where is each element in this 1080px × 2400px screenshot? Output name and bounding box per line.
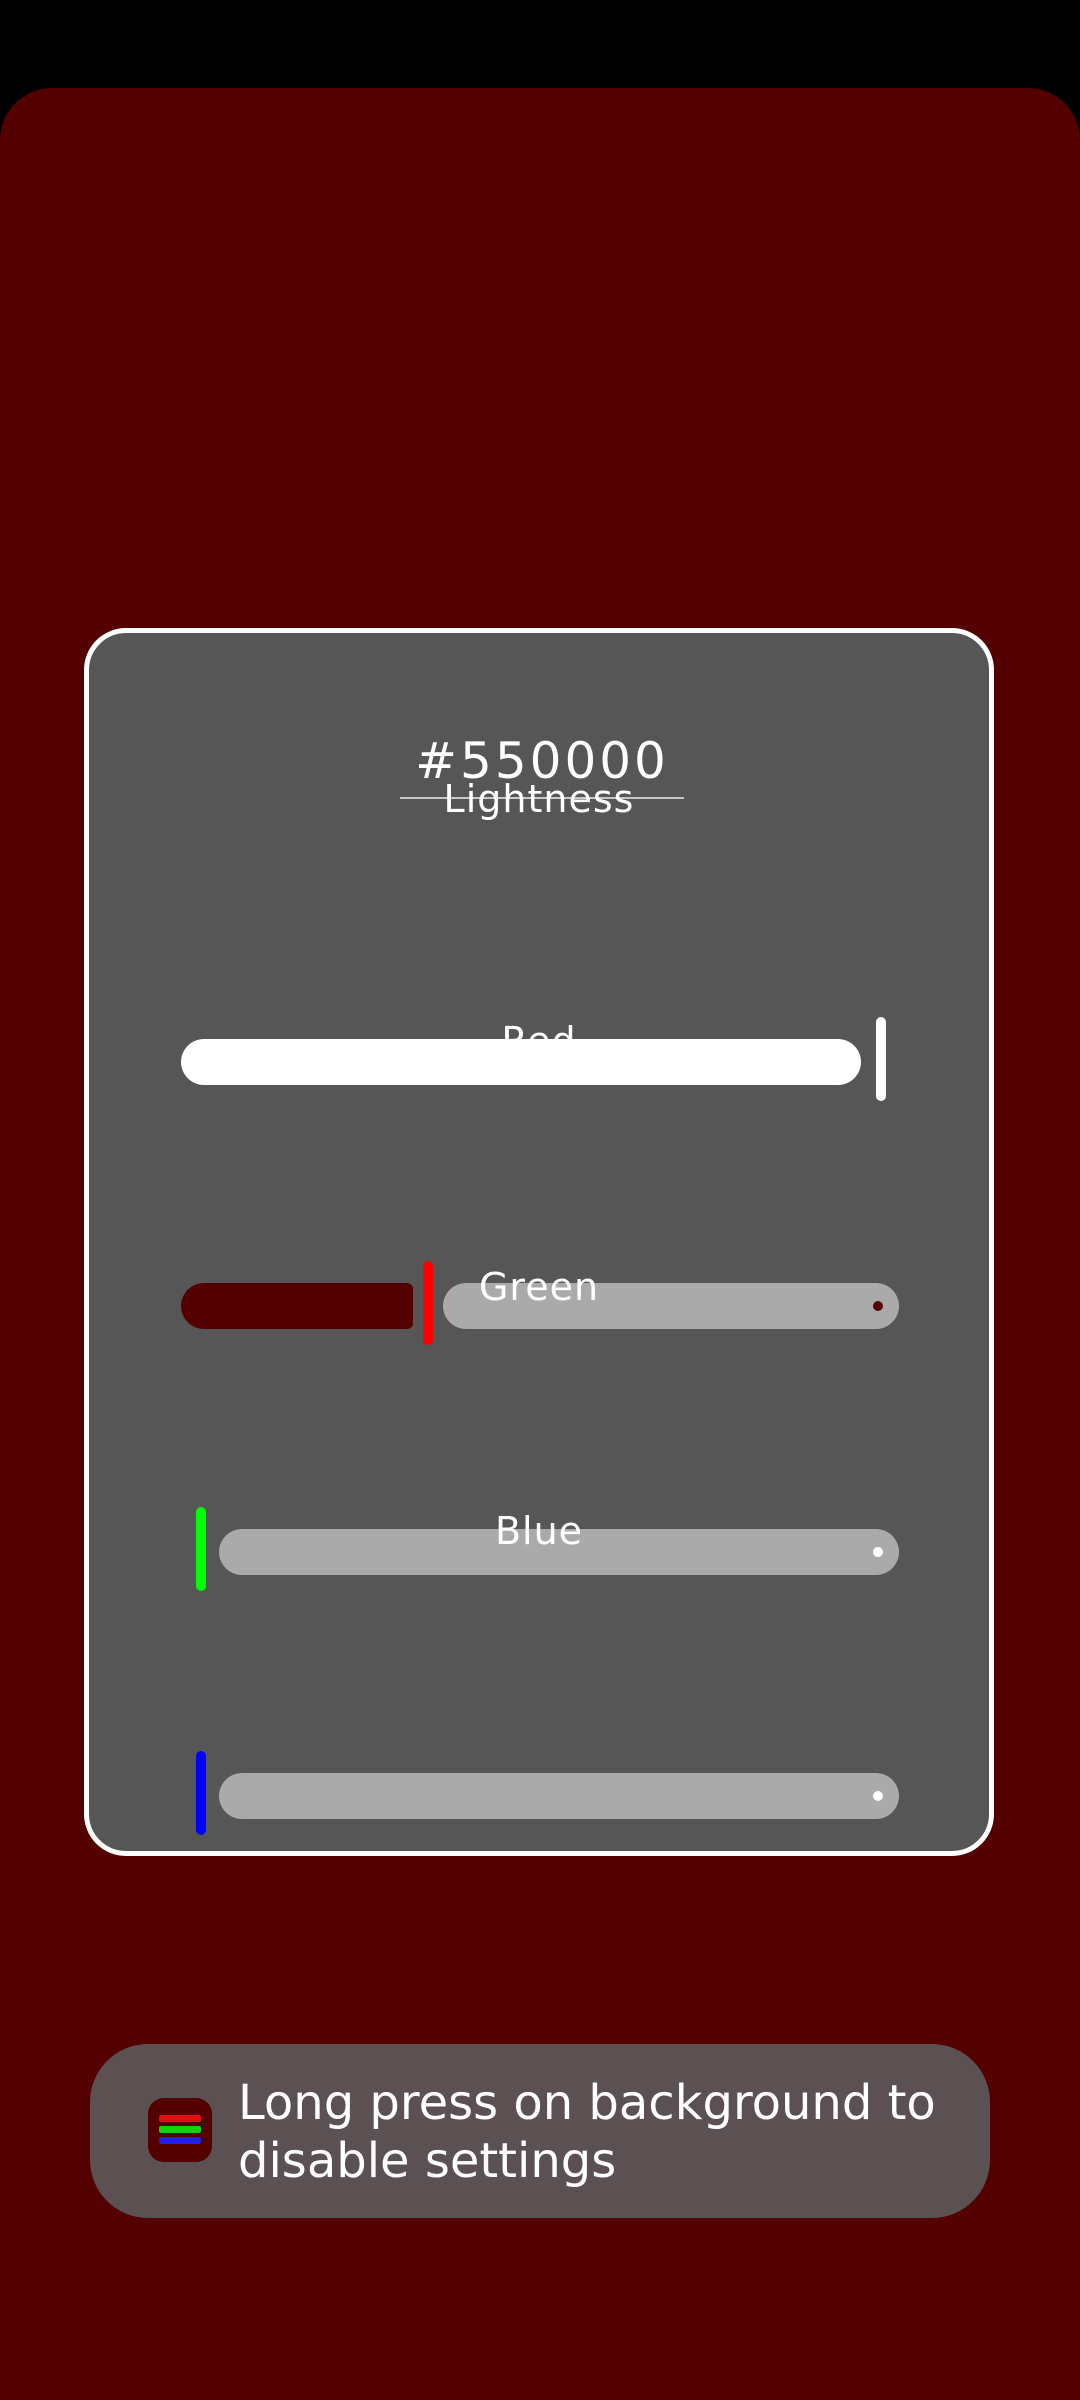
icon-blue-bar <box>159 2137 201 2144</box>
red-label: Red <box>501 1019 577 1063</box>
color-background[interactable]: #550000 Lightness Red Green Blue Long pr… <box>0 88 1080 2400</box>
lightness-label: Lightness <box>443 777 635 821</box>
icon-red-bar <box>159 2115 201 2122</box>
rgb-sliders-app-icon <box>148 2098 212 2162</box>
toast-text: Long press on background to disable sett… <box>238 2075 936 2189</box>
icon-green-bar <box>159 2126 201 2133</box>
blue-track-end-dot <box>873 1791 883 1801</box>
color-picker-panel: #550000 Lightness Red Green Blue <box>84 628 994 1856</box>
blue-track[interactable] <box>219 1773 899 1819</box>
blue-label: Blue <box>494 1509 584 1553</box>
green-label: Green <box>478 1265 600 1309</box>
toast-message: Long press on background to disable sett… <box>90 2044 990 2218</box>
blue-thumb[interactable] <box>196 1751 206 1835</box>
